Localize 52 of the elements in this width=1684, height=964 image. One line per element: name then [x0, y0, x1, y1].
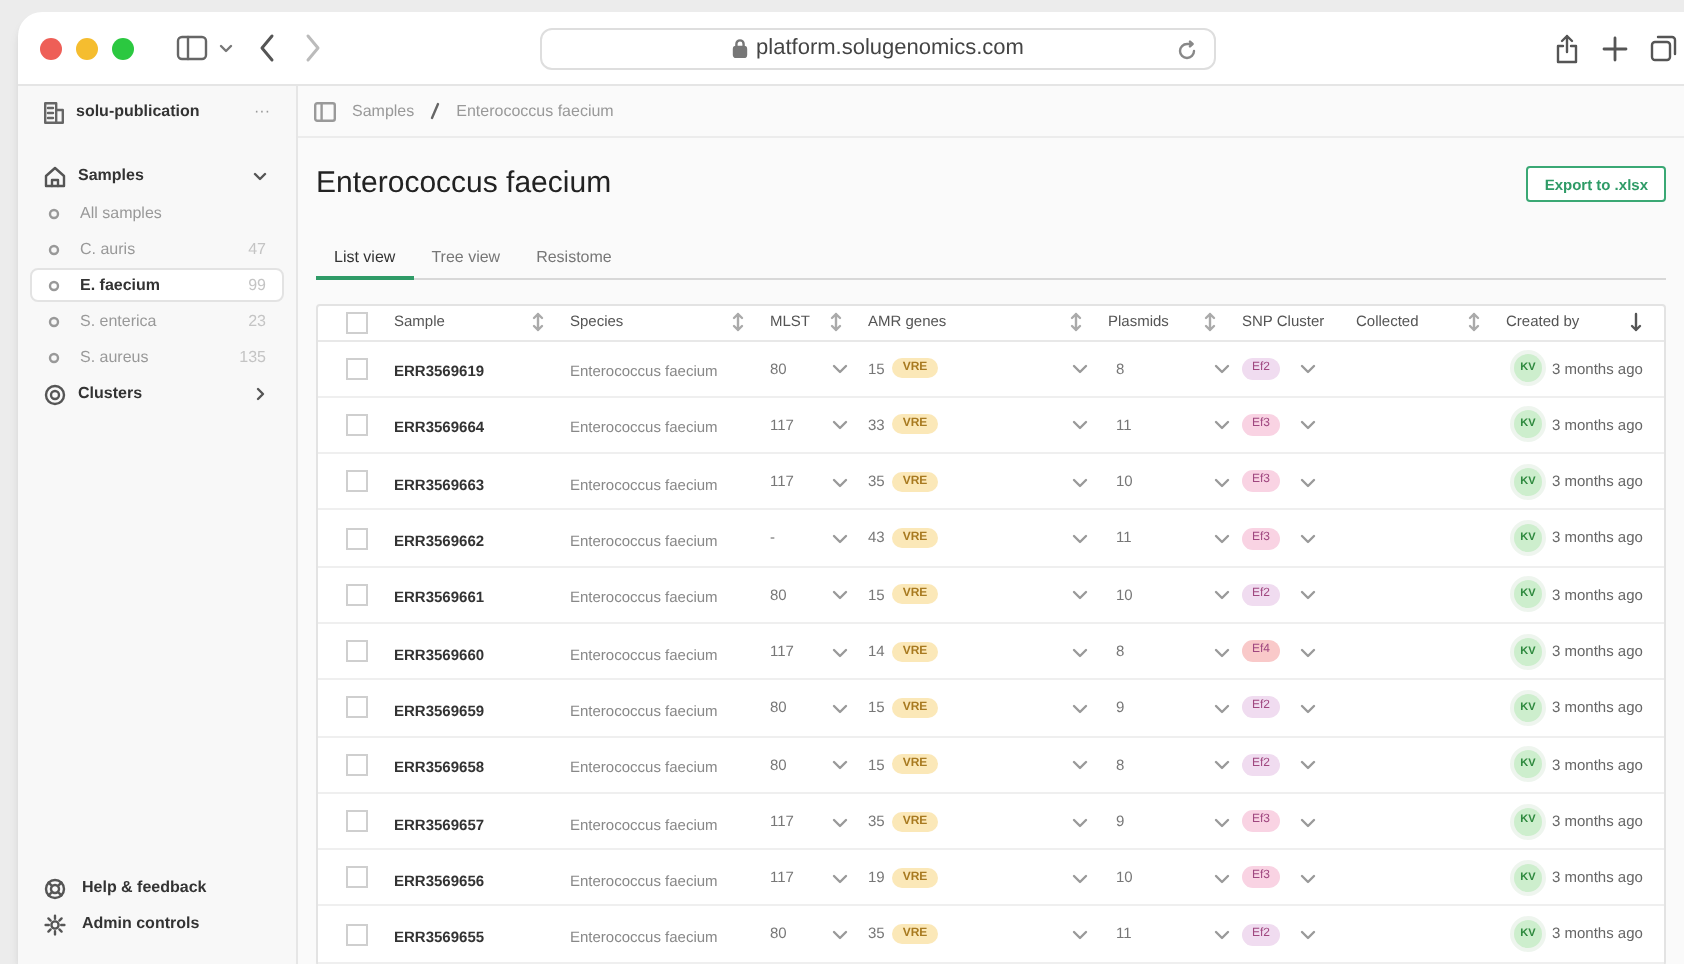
page-title: Enterococcus faecium [316, 164, 612, 204]
nav-item[interactable]: Clusters [78, 382, 143, 406]
sort-icon[interactable] [530, 312, 546, 332]
minimize-window-button[interactable] [76, 37, 98, 59]
row-checkbox[interactable] [345, 866, 367, 889]
row-checkbox[interactable] [345, 810, 367, 833]
workspace-name[interactable]: solu-publication [76, 100, 200, 124]
dot-icon [48, 279, 60, 291]
item-count: 99 [248, 273, 266, 297]
tabs-overview-icon[interactable] [1650, 34, 1678, 62]
nav-item[interactable]: Samples [78, 164, 144, 188]
share-icon[interactable] [1554, 33, 1580, 63]
dot-icon [48, 207, 60, 219]
sidebar-toggle-icon[interactable] [314, 101, 336, 121]
row-checkbox[interactable] [345, 696, 367, 719]
sort-icon[interactable] [730, 312, 746, 332]
row-checkbox[interactable] [345, 527, 367, 550]
row-checkbox[interactable] [345, 923, 367, 946]
building-icon [44, 101, 64, 123]
tab[interactable]: Resistome [518, 241, 630, 279]
sort-descending-icon[interactable] [1628, 312, 1644, 332]
lock-icon [732, 38, 749, 58]
dot-icon [48, 243, 60, 255]
footer-link[interactable]: Admin controls [82, 912, 200, 936]
row-checkbox[interactable] [345, 470, 367, 493]
row-checkbox[interactable] [345, 753, 367, 776]
maximize-window-button[interactable] [112, 37, 134, 59]
reload-icon[interactable] [1176, 39, 1198, 61]
sort-icon[interactable] [1068, 312, 1084, 332]
slash-icon [430, 102, 441, 120]
settings-icon [44, 913, 66, 935]
row-checkbox[interactable] [345, 640, 367, 663]
select-all-checkbox[interactable] [345, 311, 367, 333]
address-bar[interactable]: platform.solugenomics.com [540, 27, 1216, 69]
nav-subitem[interactable]: E. faecium 99 [30, 268, 284, 302]
sort-icon[interactable] [828, 312, 844, 332]
new-tab-icon[interactable] [1602, 35, 1628, 61]
sort-icon[interactable] [1202, 312, 1218, 332]
help-icon [44, 877, 66, 899]
close-window-button[interactable] [40, 37, 62, 59]
dot-icon [48, 315, 60, 327]
row-checkbox[interactable] [345, 357, 367, 380]
sort-icon[interactable] [1466, 312, 1482, 332]
dot-icon [48, 351, 60, 363]
home-icon [44, 165, 66, 187]
row-checkbox[interactable] [345, 413, 367, 436]
row-checkbox[interactable] [345, 583, 367, 606]
tab[interactable]: Tree view [413, 241, 519, 279]
sidebar-toggle-icon[interactable] [176, 34, 208, 62]
footer-link[interactable]: Help & feedback [82, 876, 207, 900]
tab[interactable]: List view [316, 241, 414, 279]
target-icon [44, 383, 66, 405]
